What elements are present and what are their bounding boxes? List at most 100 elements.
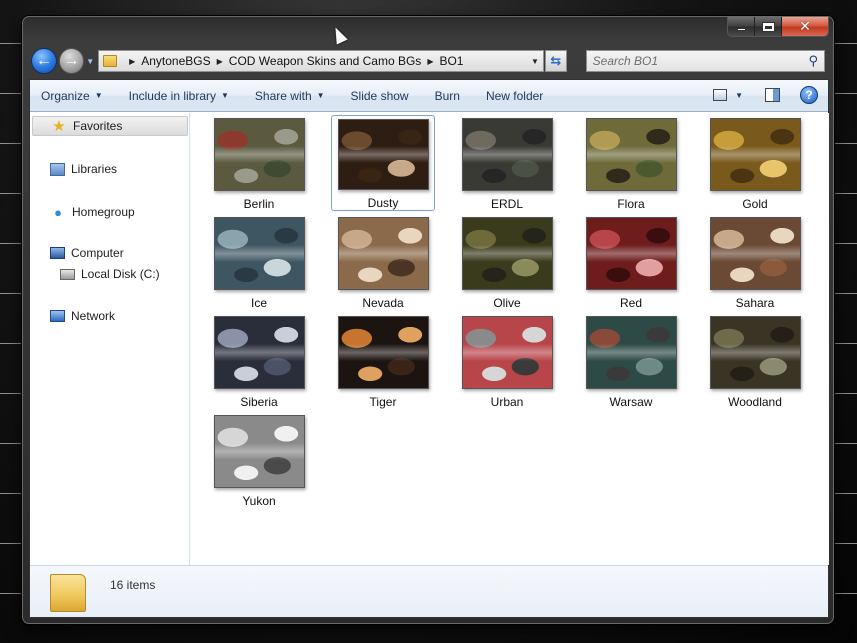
new-folder-button[interactable]: New folder: [486, 89, 543, 103]
back-button[interactable]: ←: [31, 48, 57, 74]
file-item[interactable]: Berlin: [207, 115, 311, 211]
chevron-down-icon: ▼: [221, 91, 229, 100]
client-area: Organize ▼ Include in library ▼ Share with…: [29, 79, 829, 618]
search-placeholder: Search BO1: [592, 54, 659, 68]
hard-disk-icon: [60, 268, 75, 280]
folder-icon: [103, 55, 118, 67]
nav-item-label: Computer: [71, 246, 124, 260]
image-thumbnail: [213, 217, 305, 290]
nav-item-libraries[interactable]: Libraries: [50, 162, 117, 176]
file-name: Siberia: [240, 395, 278, 409]
include-in-library-menu[interactable]: Include in library ▼: [129, 89, 229, 103]
command-bar-right: ▼ ?: [713, 86, 818, 104]
recent-pages-dropdown[interactable]: ▼: [86, 57, 96, 66]
nav-item-label: Homegroup: [72, 205, 135, 219]
close-button[interactable]: ✕: [782, 17, 828, 36]
address-bar[interactable]: ▶ AnytoneBGS ▶ COD Weapon Skins and Camo…: [98, 50, 544, 72]
file-item[interactable]: Olive: [455, 214, 559, 310]
item-count: 16 items: [110, 578, 156, 592]
breadcrumb-chevron-icon[interactable]: ▶: [129, 57, 135, 66]
nav-item-label: Network: [71, 309, 116, 323]
file-item[interactable]: Red: [579, 214, 683, 310]
breadcrumb-item-cod-weapon-skins[interactable]: COD Weapon Skins and Camo BGs: [229, 54, 422, 68]
file-item[interactable]: Warsaw: [579, 313, 683, 409]
file-item[interactable]: Ice: [207, 214, 311, 310]
file-list: Berlin Dusty ERDL Flora Gold Ice Nevada Olive Re…: [191, 113, 829, 565]
file-item[interactable]: Sahara: [703, 214, 807, 310]
file-item[interactable]: Gold: [703, 115, 807, 211]
refresh-button[interactable]: ⇆: [544, 50, 567, 72]
image-thumbnail: [337, 217, 429, 290]
file-item[interactable]: Yukon: [207, 412, 311, 508]
preview-pane-icon[interactable]: [765, 88, 780, 102]
image-thumbnail: [337, 316, 429, 389]
image-thumbnail: [709, 118, 801, 191]
file-item[interactable]: Urban: [455, 313, 559, 409]
address-dropdown-icon[interactable]: ▼: [527, 57, 543, 66]
change-view-icon[interactable]: [713, 89, 728, 101]
minimize-icon: [736, 28, 746, 31]
burn-button[interactable]: Burn: [435, 89, 460, 103]
breadcrumb-item-anytonebgs[interactable]: AnytoneBGS: [141, 54, 210, 68]
file-item[interactable]: Flora: [579, 115, 683, 211]
nav-item-homegroup[interactable]: ● Homegroup: [50, 204, 135, 220]
breadcrumb-chevron-icon[interactable]: ▶: [427, 57, 433, 66]
computer-icon: [50, 247, 65, 259]
share-with-label: Share with: [254, 88, 312, 103]
slide-show-button[interactable]: Slide show: [351, 89, 409, 103]
file-item[interactable]: Dusty: [331, 115, 435, 211]
refresh-icon: ⇆: [550, 53, 562, 68]
file-name: ERDL: [490, 197, 523, 211]
breadcrumb-item-bo1[interactable]: BO1: [439, 54, 463, 68]
nav-item-local-disk[interactable]: Local Disk (C:): [60, 267, 160, 281]
nav-item-computer[interactable]: Computer: [50, 246, 124, 260]
file-name: Dusty: [367, 196, 399, 210]
star-icon: ★: [52, 118, 66, 135]
image-thumbnail: [461, 217, 553, 290]
file-item[interactable]: Woodland: [703, 313, 807, 409]
nav-item-favorites[interactable]: ★ Favorites: [32, 116, 188, 136]
organize-menu[interactable]: Organize ▼: [41, 89, 103, 103]
image-thumbnail: [461, 118, 553, 191]
caption-buttons: ✕: [727, 17, 829, 37]
file-name: Warsaw: [609, 395, 653, 409]
breadcrumb-chevron-icon[interactable]: ▶: [217, 57, 223, 66]
image-thumbnail: [709, 217, 801, 290]
file-name: Berlin: [243, 197, 275, 211]
maximize-button[interactable]: [755, 17, 782, 36]
file-item[interactable]: Siberia: [207, 313, 311, 409]
minimize-button[interactable]: [728, 17, 755, 36]
share-with-menu[interactable]: Share with ▼: [255, 89, 325, 103]
file-name: Yukon: [242, 494, 276, 508]
file-name: Flora: [617, 197, 645, 211]
image-thumbnail: [585, 118, 677, 191]
image-thumbnail: [585, 217, 677, 290]
search-input[interactable]: Search BO1 ⚲: [585, 50, 826, 72]
file-item[interactable]: Nevada: [331, 214, 435, 310]
include-in-library-label: Include in library: [128, 88, 216, 103]
help-icon[interactable]: ?: [800, 86, 818, 104]
image-thumbnail: [337, 119, 429, 190]
search-icon[interactable]: ⚲: [809, 53, 819, 69]
homegroup-icon: ●: [54, 204, 62, 220]
image-thumbnail: [461, 316, 553, 389]
nav-item-label: Local Disk (C:): [81, 267, 160, 281]
file-name: Red: [619, 296, 642, 310]
file-name: Urban: [490, 395, 524, 409]
file-name: Olive: [493, 296, 521, 310]
command-bar: Organize ▼ Include in library ▼ Share with…: [30, 80, 828, 112]
file-item[interactable]: Tiger: [331, 313, 435, 409]
chevron-down-icon: ▼: [94, 91, 103, 100]
file-name: Woodland: [728, 395, 782, 409]
nav-item-label: Favorites: [73, 119, 123, 133]
close-icon: ✕: [799, 18, 811, 34]
organize-label: Organize: [41, 88, 90, 103]
network-icon: [50, 310, 65, 322]
forward-button[interactable]: →: [58, 48, 85, 74]
file-item[interactable]: ERDL: [455, 115, 559, 211]
image-thumbnail: [213, 415, 305, 488]
image-thumbnail: [709, 316, 801, 389]
view-options-dropdown[interactable]: ▼: [735, 91, 743, 100]
libraries-icon: [50, 162, 65, 176]
nav-item-network[interactable]: Network: [50, 309, 115, 323]
